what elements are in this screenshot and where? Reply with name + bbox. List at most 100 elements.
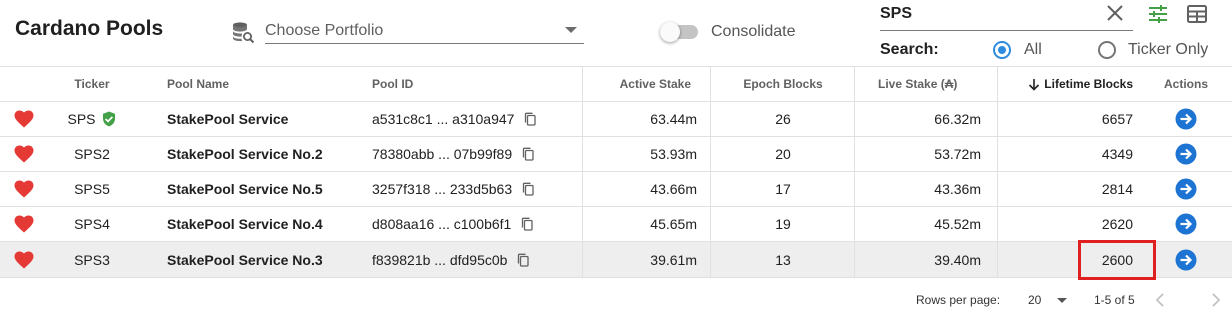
heart-icon[interactable]	[14, 110, 34, 128]
active-stake: 45.65m	[650, 216, 697, 232]
actions-cell	[1140, 207, 1232, 241]
column-header-lifetime-blocks[interactable]: Lifetime Blocks	[1000, 67, 1133, 101]
table-header-row: Ticker Pool Name Pool ID Active Stake Ep…	[0, 66, 1232, 102]
search-field	[880, 0, 1133, 31]
header: Cardano Pools Choose Portfolio Consolida…	[0, 0, 1232, 66]
ticker-cell: SPS3	[56, 242, 128, 277]
heart-icon[interactable]	[14, 145, 34, 163]
column-header-ticker[interactable]: Ticker	[56, 67, 128, 101]
pool-id-text: 3257f318 ... 233d5b63	[372, 181, 513, 197]
lifetime-blocks: 2600	[1101, 251, 1133, 268]
actions-cell	[1140, 242, 1232, 277]
tune-icon[interactable]	[1146, 2, 1170, 26]
copy-icon[interactable]	[521, 147, 535, 161]
ticker-text: SPS5	[74, 181, 110, 197]
pool-id-cell: a531c8c1 ... a310a947	[372, 102, 582, 136]
active-stake: 43.66m	[650, 181, 697, 197]
database-search-icon	[233, 22, 255, 44]
epoch-blocks: 13	[775, 251, 791, 268]
search-label: Search:	[880, 41, 939, 58]
epoch-blocks: 20	[775, 146, 791, 162]
actions-cell	[1140, 137, 1232, 171]
table-row: SPS StakePool Service a531c8c1 ... a310a94…	[0, 102, 1232, 137]
live-stake: 39.40m	[934, 251, 981, 268]
heart-icon[interactable]	[14, 215, 34, 233]
active-stake: 53.93m	[650, 146, 697, 162]
lifetime-blocks: 6657	[1101, 111, 1133, 127]
epoch-blocks: 26	[775, 111, 791, 127]
lifetime-blocks: 2814	[1101, 181, 1133, 197]
rows-per-page-select[interactable]: 20	[1022, 289, 1074, 311]
column-header-pool-name[interactable]: Pool Name	[167, 67, 367, 101]
radio-outer	[1098, 41, 1116, 59]
search-input[interactable]	[880, 1, 1090, 27]
ticker-text: SPS	[67, 111, 96, 127]
ticker-cell: SPS	[56, 102, 128, 136]
heart-icon[interactable]	[14, 251, 34, 269]
epoch-blocks: 17	[775, 181, 791, 197]
column-header-active-stake[interactable]: Active Stake	[583, 67, 691, 101]
ticker-text: SPS4	[74, 216, 110, 232]
pool-name: StakePool Service No.2	[167, 146, 323, 162]
table-row: SPS3 StakePool Service No.3 f839821b ... d…	[0, 242, 1232, 278]
actions-cell	[1140, 172, 1232, 206]
pool-id-text: 78380abb ... 07b99f89	[372, 146, 513, 162]
chevron-down-icon	[565, 27, 577, 33]
radio-ticker-only[interactable]	[1097, 40, 1117, 60]
chevron-left-icon[interactable]	[1152, 290, 1170, 310]
page-title: Cardano Pools	[15, 17, 164, 40]
table-view-icon[interactable]	[1185, 2, 1209, 26]
ticker-text: SPS2	[74, 146, 110, 162]
column-header-live-stake[interactable]: Live Stake (₳)	[878, 67, 998, 101]
portfolio-select-placeholder: Choose Portfolio	[265, 22, 384, 39]
column-header-pool-id[interactable]: Pool ID	[372, 67, 572, 101]
lifetime-blocks: 4349	[1101, 146, 1133, 162]
radio-ticker-only-label: Ticker Only	[1128, 41, 1209, 58]
copy-icon[interactable]	[516, 253, 530, 267]
active-stake: 63.44m	[650, 111, 697, 127]
arrow-right-circle-icon[interactable]	[1175, 249, 1197, 271]
column-header-epoch-blocks[interactable]: Epoch Blocks	[711, 67, 855, 101]
pool-name: StakePool Service No.4	[167, 216, 323, 232]
favorite-cell	[14, 207, 44, 241]
table-row: SPS4 StakePool Service No.4 d808aa16 ... c…	[0, 207, 1232, 242]
pool-id-text: a531c8c1 ... a310a947	[372, 111, 515, 127]
favorite-cell	[14, 172, 44, 206]
consolidate-toggle[interactable]	[660, 21, 700, 43]
epoch-blocks: 19	[775, 216, 791, 232]
copy-icon[interactable]	[521, 182, 535, 196]
live-stake: 53.72m	[934, 146, 981, 162]
arrow-right-circle-icon[interactable]	[1175, 178, 1197, 200]
consolidate-label: Consolidate	[711, 23, 796, 40]
radio-dot	[998, 46, 1006, 54]
table-row: SPS2 StakePool Service No.2 78380abb ... 0…	[0, 137, 1232, 172]
arrow-right-circle-icon[interactable]	[1175, 213, 1197, 235]
column-divider	[997, 67, 998, 101]
pool-id-cell: 3257f318 ... 233d5b63	[372, 172, 582, 206]
ticker-cell: SPS4	[56, 207, 128, 241]
radio-all[interactable]	[992, 40, 1012, 60]
table-row: SPS5 StakePool Service No.5 3257f318 ... 2…	[0, 172, 1232, 207]
toggle-knob	[660, 22, 680, 42]
pool-name: StakePool Service	[167, 111, 289, 127]
close-icon[interactable]	[1104, 2, 1126, 24]
portfolio-select[interactable]: Choose Portfolio	[265, 18, 584, 44]
copy-icon[interactable]	[520, 217, 534, 231]
pool-id-text: d808aa16 ... c100b6f1	[372, 216, 512, 232]
arrow-right-circle-icon[interactable]	[1175, 108, 1197, 130]
live-stake: 43.36m	[934, 181, 981, 197]
column-header-lifetime-blocks-label: Lifetime Blocks	[1044, 77, 1133, 91]
verified-shield-icon	[102, 111, 115, 127]
favorite-cell	[14, 102, 44, 136]
copy-icon[interactable]	[523, 112, 537, 126]
pool-name: StakePool Service No.3	[167, 251, 323, 268]
heart-icon[interactable]	[14, 180, 34, 198]
arrow-right-circle-icon[interactable]	[1175, 143, 1197, 165]
column-header-actions: Actions	[1163, 77, 1208, 91]
pool-id-cell: 78380abb ... 07b99f89	[372, 137, 582, 171]
actions-cell	[1140, 102, 1232, 136]
pool-id-text: f839821b ... dfd95c0b	[372, 251, 508, 268]
rows-per-page-label: Rows per page:	[916, 293, 1001, 307]
chevron-right-icon[interactable]	[1206, 290, 1224, 310]
active-stake: 39.61m	[650, 251, 697, 268]
